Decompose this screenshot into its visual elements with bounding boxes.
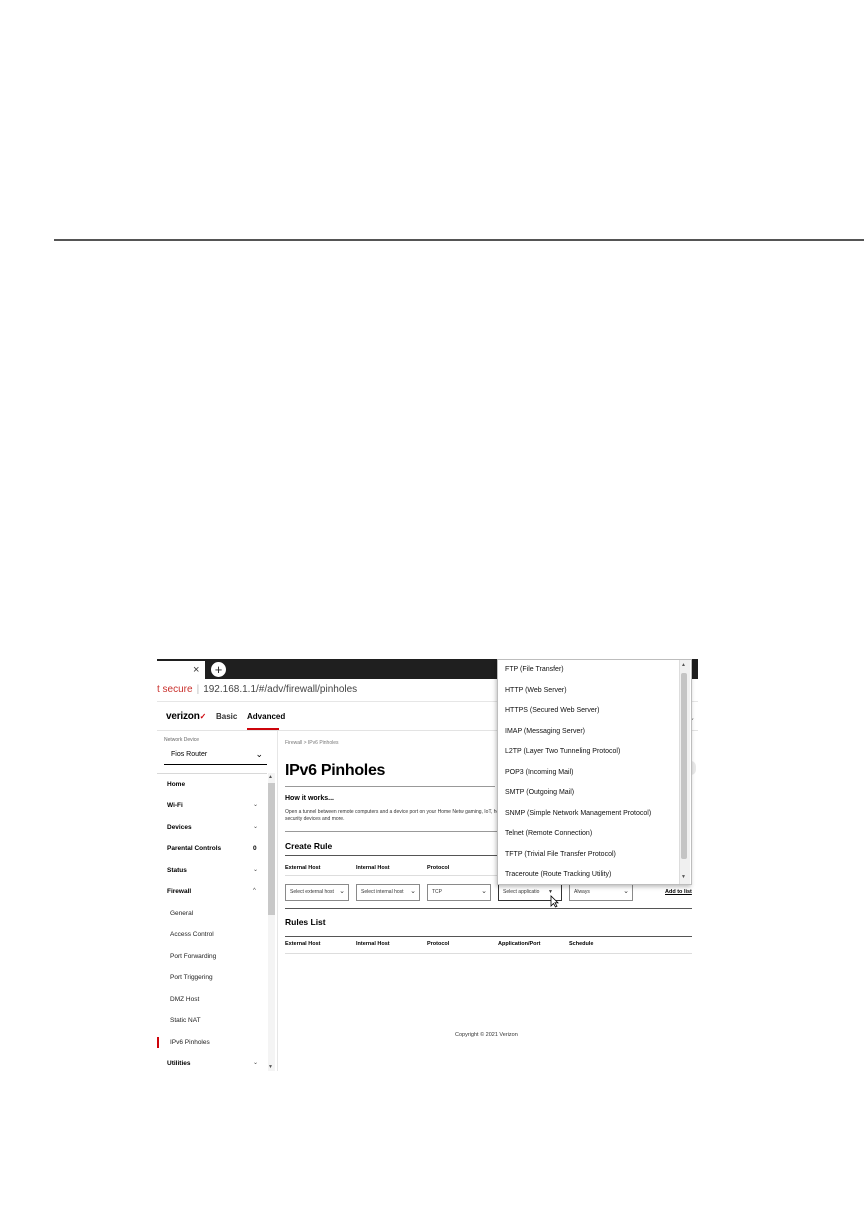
dropdown-option[interactable]: IMAP (Messaging Server) [505,728,585,735]
dropdown-option[interactable]: HTTP (Web Server) [505,687,567,694]
copyright: Copyright © 2021 Verizon [455,1032,518,1038]
breadcrumb[interactable]: Firewall > IPv6 Pinholes [285,740,339,746]
application-dropdown-list[interactable]: FTP (File Transfer) HTTP (Web Server) HT… [497,659,692,885]
dropdown-scroll-up-icon[interactable]: ▲ [681,662,686,668]
chevron-down-icon[interactable]: ⌄ [253,866,258,873]
how-it-works-text: Open a tunnel between remote computers a… [285,809,507,822]
verizon-logo: verizon✓ [166,711,207,722]
sidebar-subitem-general[interactable]: General [170,910,193,917]
new-tab-button[interactable]: + [211,662,226,677]
active-item-indicator [157,1037,159,1048]
page-divider [54,239,864,241]
parental-controls-count: 0 [253,845,257,852]
col-internal-host: Internal Host [356,865,390,871]
dropdown-option[interactable]: L2TP (Layer Two Tunneling Protocol) [505,748,620,755]
chevron-down-icon: ⌄ [481,888,487,895]
external-host-value: Select external host [290,889,334,895]
sidebar-subitem-dmz-host[interactable]: DMZ Host [170,996,199,1003]
sidebar-subitem-access-control[interactable]: Access Control [170,931,214,938]
sidebar-subitem-port-triggering[interactable]: Port Triggering [170,974,213,981]
logo-check-icon: ✓ [199,712,207,721]
rules-col-schedule: Schedule [569,941,594,947]
nav-active-indicator [247,728,279,730]
sidebar-divider [157,773,267,774]
chevron-down-icon: ⌄ [623,888,629,895]
dropdown-option[interactable]: SMTP (Outgoing Mail) [505,789,574,796]
dropdown-option[interactable]: HTTPS (Secured Web Server) [505,707,599,714]
not-secure-label: t secure [157,684,193,695]
chevron-down-icon[interactable]: ⌄ [253,823,258,830]
chevron-down-icon: ⌄ [339,888,345,895]
dropdown-option[interactable]: POP3 (Incoming Mail) [505,769,573,776]
application-value: Select applicatio [503,889,540,895]
create-rule-title: Create Rule [285,841,333,851]
sidebar-item-home[interactable]: Home [167,781,185,788]
sidebar-item-firewall[interactable]: Firewall [167,888,191,895]
chevron-up-icon[interactable]: ^ [253,888,256,894]
sidebar-item-utilities[interactable]: Utilities [167,1060,190,1067]
rules-header-divider [285,953,692,954]
sidebar-item-status[interactable]: Status [167,867,187,874]
scroll-up-arrow-icon[interactable]: ▲ [268,774,273,780]
sidebar-item-parental-controls[interactable]: Parental Controls [167,845,221,852]
rules-col-internal-host: Internal Host [356,941,390,947]
schedule-value: Always [574,889,590,895]
chevron-down-icon[interactable]: ⌄ [253,1059,258,1066]
chevron-down-icon: ⌄ [255,749,263,759]
url-text[interactable]: 192.168.1.1/#/adv/firewall/pinholes [203,684,357,695]
rules-list-divider [285,936,692,937]
sidebar: Network Device Fios Router ⌄ Home Wi-Fi … [157,731,278,1071]
network-device-label: Network Device [164,737,200,743]
internal-host-value: Select internal host [361,889,404,895]
rule-row-divider [285,908,692,909]
chevron-down-icon[interactable]: ⌄ [253,801,258,808]
dropdown-option[interactable]: FTP (File Transfer) [505,666,564,673]
rules-col-protocol: Protocol [427,941,450,947]
external-host-select[interactable]: Select external host ⌄ [285,884,349,901]
url-separator: | [196,684,200,695]
dropdown-option[interactable]: SNMP (Simple Network Management Protocol… [505,810,651,817]
internal-host-select[interactable]: Select internal host ⌄ [356,884,420,901]
sidebar-subitem-port-forwarding[interactable]: Port Forwarding [170,953,216,960]
dropdown-option[interactable]: Telnet (Remote Connection) [505,830,592,837]
protocol-select[interactable]: TCP ⌄ [427,884,491,901]
sidebar-subitem-static-nat[interactable]: Static NAT [170,1017,201,1024]
chevron-down-icon: ⌄ [410,888,416,895]
sidebar-subitem-ipv6-pinholes[interactable]: IPv6 Pinholes [170,1039,210,1046]
sidebar-item-devices[interactable]: Devices [167,824,192,831]
network-device-select[interactable]: Fios Router ⌄ [164,747,267,765]
mouse-cursor-icon [550,895,559,908]
schedule-select[interactable]: Always ⌄ [569,884,633,901]
network-device-value: Fios Router [171,751,208,758]
router-ui-screenshot: × + t secure | 192.168.1.1/#/adv/firewall/… [157,659,698,1071]
dropdown-scrollbar-thumb[interactable] [681,673,687,859]
title-divider [285,786,495,787]
nav-advanced[interactable]: Advanced [247,712,285,721]
close-tab-icon[interactable]: × [193,663,199,677]
nav-basic[interactable]: Basic [216,712,237,721]
protocol-value: TCP [432,889,442,895]
page-title: IPv6 Pinholes [285,762,386,779]
col-external-host: External Host [285,865,321,871]
col-protocol: Protocol [427,865,450,871]
how-it-works-title: How it works... [285,795,335,802]
rules-col-external-host: External Host [285,941,321,947]
scroll-down-arrow-icon[interactable]: ▼ [268,1064,273,1070]
sidebar-scrollbar-thumb[interactable] [268,783,275,915]
dropdown-option[interactable]: Traceroute (Route Tracking Utility) [505,871,611,878]
sidebar-item-wifi[interactable]: Wi-Fi [167,802,183,809]
browser-tab[interactable]: × [157,661,205,679]
add-to-list-link[interactable]: Add to list [665,889,692,895]
dropdown-option[interactable]: TFTP (Trivial File Transfer Protocol) [505,851,616,858]
dropdown-scroll-down-icon[interactable]: ▼ [681,874,686,880]
rules-list-title: Rules List [285,917,326,927]
rules-col-application-port: Application/Port [498,941,541,947]
